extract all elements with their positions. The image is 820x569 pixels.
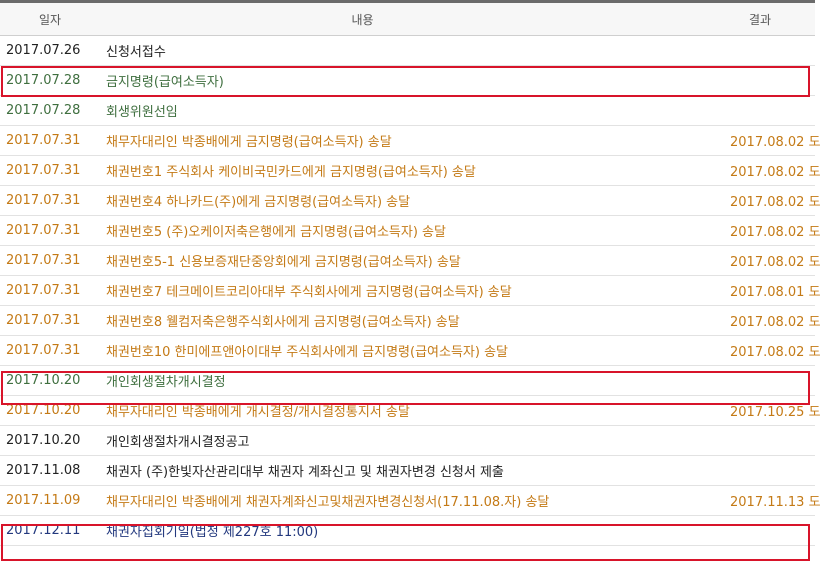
row-content: 채무자대리인 박종배에게 채권자계좌신고및채권자변경신청서(17.11.08.자… [106, 495, 550, 510]
row-content: 채무자대리인 박종배에게 개시결정/개시결정통지서 송달 [106, 405, 410, 420]
row-content: 개인회생절차개시결정 [106, 375, 226, 390]
row-content: 회생위원선임 [106, 105, 178, 120]
row-date: 2017.07.31 [6, 133, 81, 148]
table-row: 2017.07.31 채권번호10 한미에프앤아이대부 주식회사에게 금지명령(… [0, 336, 820, 366]
table-row: 2017.07.31 채권번호7 테크메이트코리아대부 주식회사에게 금지명령(… [0, 276, 820, 306]
table-row: 2017.07.31 채권번호5 (주)오케이저축은행에게 금지명령(급여소득자… [0, 216, 820, 246]
row-content: 채권번호4 하나카드(주)에게 금지명령(급여소득자) 송달 [106, 195, 411, 210]
row-content: 채권번호10 한미에프앤아이대부 주식회사에게 금지명령(급여소득자) 송달 [106, 345, 509, 360]
row-content: 채권번호1 주식회사 케이비국민카드에게 금지명령(급여소득자) 송달 [106, 165, 476, 180]
row-content: 채권자 (주)한빛자산관리대부 채권자 계좌신고 및 채권자변경 신청서 제출 [106, 465, 504, 480]
table-row: 2017.12.11 채권자집회기일(법정 제227호 11:00) [0, 516, 815, 546]
row-content: 채무자대리인 박종배에게 금지명령(급여소득자) 송달 [106, 135, 392, 150]
row-date: 2017.07.28 [6, 103, 81, 118]
row-date: 2017.07.31 [6, 313, 81, 328]
table-row: 2017.11.09 채무자대리인 박종배에게 채권자계좌신고및채권자변경신청서… [0, 486, 820, 516]
row-content: 신청서접수 [106, 45, 166, 60]
row-content: 채권번호8 웰컴저축은행주식회사에게 금지명령(급여소득자) 송달 [106, 315, 460, 330]
table-row: 2017.07.31 채권번호8 웰컴저축은행주식회사에게 금지명령(급여소득자… [0, 306, 820, 336]
row-result: 2017.08.02 도달 [730, 195, 820, 210]
row-content: 채권번호5-1 신용보증재단중앙회에게 금지명령(급여소득자) 송달 [106, 255, 461, 270]
table-row: 2017.10.20 채무자대리인 박종배에게 개시결정/개시결정통지서 송달 … [0, 396, 820, 426]
table-row: 2017.10.20 개인회생절차개시결정공고 [0, 426, 815, 456]
table-row: 2017.07.31 채권번호1 주식회사 케이비국민카드에게 금지명령(급여소… [0, 156, 820, 186]
row-date: 2017.07.31 [6, 283, 81, 298]
row-date: 2017.07.31 [6, 163, 81, 178]
row-date: 2017.10.20 [6, 433, 81, 448]
row-date: 2017.10.20 [6, 403, 81, 418]
table-header: 일자 내용 결과 [0, 3, 815, 36]
header-content: 내용 [351, 12, 374, 27]
row-result: 2017.08.02 도달 [730, 135, 820, 150]
row-result: 2017.08.02 도달 [730, 315, 820, 330]
row-result: 2017.08.01 도달 [730, 285, 820, 300]
row-result: 2017.11.13 도달 [730, 495, 820, 510]
row-result: 2017.08.02 도달 [730, 225, 820, 240]
row-content: 금지명령(급여소득자) [106, 75, 224, 90]
case-history-table: 일자 내용 결과 2017.07.26 신청서접수 2017.07.28 금지명… [0, 0, 820, 546]
row-result: 2017.08.02 도달 [730, 345, 820, 360]
row-result: 2017.10.25 도달 [730, 405, 820, 420]
row-result: 2017.08.02 도달 [730, 165, 820, 180]
table-row: 2017.07.31 채무자대리인 박종배에게 금지명령(급여소득자) 송달 2… [0, 126, 820, 156]
row-result: 2017.08.02 도달 [730, 255, 820, 270]
table-row: 2017.07.26 신청서접수 [0, 36, 815, 66]
row-date: 2017.07.28 [6, 73, 81, 88]
row-date: 2017.12.11 [6, 523, 81, 538]
header-result: 결과 [748, 12, 772, 27]
row-content: 채권자집회기일(법정 제227호 11:00) [106, 525, 319, 540]
table-row: 2017.11.08 채권자 (주)한빛자산관리대부 채권자 계좌신고 및 채권… [0, 456, 815, 486]
row-date: 2017.07.31 [6, 343, 81, 358]
row-content: 채권번호5 (주)오케이저축은행에게 금지명령(급여소득자) 송달 [106, 225, 446, 240]
header-date: 일자 [38, 12, 62, 27]
row-content: 개인회생절차개시결정공고 [106, 435, 250, 450]
table-row: 2017.07.31 채권번호4 하나카드(주)에게 금지명령(급여소득자) 송… [0, 186, 820, 216]
row-date: 2017.07.31 [6, 223, 81, 238]
table-row: 2017.07.28 회생위원선임 [0, 96, 815, 126]
row-content: 채권번호7 테크메이트코리아대부 주식회사에게 금지명령(급여소득자) 송달 [106, 285, 512, 300]
row-date: 2017.07.31 [6, 193, 81, 208]
row-date: 2017.11.09 [6, 493, 81, 508]
table-row: 2017.07.28 금지명령(급여소득자) [0, 66, 815, 96]
row-date: 2017.07.31 [6, 253, 81, 268]
table-row: 2017.10.20 개인회생절차개시결정 [0, 366, 815, 396]
table-row: 2017.07.31 채권번호5-1 신용보증재단중앙회에게 금지명령(급여소득… [0, 246, 820, 276]
row-date: 2017.10.20 [6, 373, 81, 388]
row-date: 2017.11.08 [6, 463, 81, 478]
row-date: 2017.07.26 [6, 43, 81, 58]
